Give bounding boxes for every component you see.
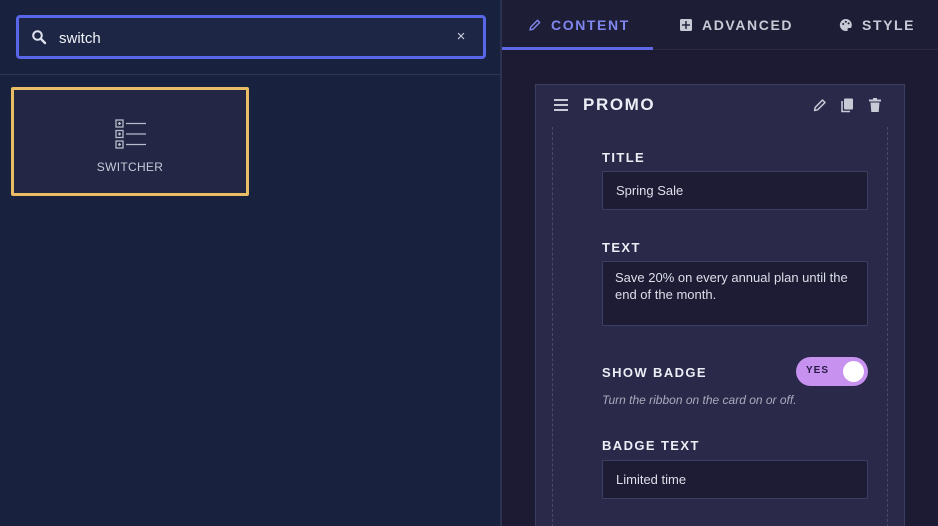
text-field-label: TEXT xyxy=(602,240,641,255)
badge-text-input[interactable] xyxy=(602,460,868,499)
title-input[interactable] xyxy=(602,171,868,210)
widget-library-panel: × SWITCHER xyxy=(0,0,500,526)
grid-icon xyxy=(680,19,692,31)
tab-style-label: STYLE xyxy=(862,17,916,33)
palette-icon xyxy=(839,18,852,31)
title-field-label: TITLE xyxy=(602,150,646,165)
card-fields: TITLE TEXT Save 20% on every annual plan… xyxy=(552,127,888,526)
search-bar: × xyxy=(0,0,500,75)
widget-switcher[interactable]: SWITCHER xyxy=(11,87,249,196)
search-box[interactable]: × xyxy=(16,15,486,59)
show-badge-toggle[interactable]: YES xyxy=(796,357,868,386)
toggle-knob xyxy=(843,361,864,382)
tab-content[interactable]: CONTENT xyxy=(528,0,630,50)
editor-panel: CONTENT ADVANCED STYLE PROMO TITLE Sprin… xyxy=(502,0,938,526)
pencil-icon xyxy=(529,19,541,31)
promo-item-card: PROMO TITLE TEXT Save 20% on every annua… xyxy=(535,84,905,526)
show-badge-label: SHOW BADGE xyxy=(602,365,707,380)
edit-icon[interactable] xyxy=(812,97,828,113)
tab-style[interactable]: STYLE xyxy=(839,0,915,50)
active-tab-indicator xyxy=(502,47,653,50)
search-input[interactable] xyxy=(59,26,439,50)
text-input[interactable]: Save 20% on every annual plan until the … xyxy=(602,261,868,326)
search-icon xyxy=(32,30,47,45)
badge-text-field-label: BADGE TEXT xyxy=(602,438,700,453)
show-badge-help-text: Turn the ribbon on the card on or off. xyxy=(602,393,797,407)
duplicate-icon[interactable] xyxy=(839,97,855,113)
drag-handle-icon[interactable] xyxy=(554,99,568,111)
card-header[interactable]: PROMO xyxy=(536,85,904,125)
list-checkbox-icon xyxy=(115,119,146,149)
card-title: PROMO xyxy=(583,95,656,114)
tab-bar: CONTENT ADVANCED STYLE xyxy=(502,0,938,50)
widget-label: SWITCHER xyxy=(96,160,164,174)
tab-content-label: CONTENT xyxy=(551,17,630,33)
clear-search-button[interactable]: × xyxy=(451,26,471,48)
tab-advanced-label: ADVANCED xyxy=(702,17,794,33)
toggle-state-text: YES xyxy=(806,365,830,376)
tab-advanced[interactable]: ADVANCED xyxy=(679,0,793,50)
trash-icon[interactable] xyxy=(867,97,883,113)
